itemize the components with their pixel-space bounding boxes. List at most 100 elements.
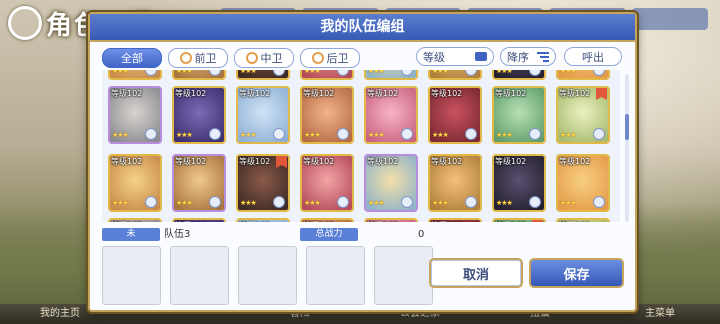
- character-stars: ★★★: [368, 199, 385, 207]
- character-level: 等级102: [175, 220, 206, 222]
- title-emblem-icon: [8, 6, 42, 40]
- cancel-button[interactable]: 取消: [429, 258, 523, 288]
- character-card[interactable]: 等级102★★★: [236, 70, 290, 80]
- role-chevron-icon: [145, 128, 157, 140]
- character-stars: ★★★: [560, 131, 577, 139]
- team-slot-4[interactable]: [306, 246, 365, 305]
- role-chevron-icon: [145, 196, 157, 208]
- character-card[interactable]: 等级102 ★★★: [364, 86, 418, 144]
- tab-vanguard-label: 前卫: [194, 52, 217, 65]
- character-card[interactable]: 等级102★★★: [556, 218, 610, 222]
- character-card[interactable]: 等级102★★★: [108, 154, 162, 212]
- character-card[interactable]: 等级102★★★: [556, 70, 610, 80]
- character-level: 等级102: [111, 89, 143, 98]
- team-slot-5[interactable]: [374, 246, 433, 305]
- character-stars: ★★★: [304, 70, 321, 75]
- role-chevron-icon: [465, 196, 477, 208]
- character-card[interactable]: 等级102★★★: [172, 86, 226, 144]
- character-card[interactable]: 等级102★★★: [300, 218, 354, 222]
- role-chevron-icon: [401, 196, 413, 208]
- character-stars: ★★★: [240, 131, 257, 139]
- role-filter-tabs: 全部 前卫 中卫 后卫: [102, 48, 360, 68]
- bookmark-flag-icon: [532, 220, 543, 222]
- team-slot-2[interactable]: [170, 246, 229, 305]
- tab-midguard-label: 中卫: [260, 52, 283, 65]
- character-card[interactable]: 等级102★★★: [492, 86, 546, 144]
- role-chevron-icon: [209, 128, 221, 140]
- tab-vanguard[interactable]: 前卫: [168, 48, 228, 68]
- character-level: 等级102: [367, 89, 399, 98]
- scrollbar-thumb[interactable]: [625, 114, 629, 140]
- team-slot-1[interactable]: [102, 246, 161, 305]
- character-card[interactable]: 等级102★★★: [172, 218, 226, 222]
- call-button[interactable]: 呼出: [564, 47, 622, 66]
- character-card[interactable]: 等级102 ★★★: [300, 86, 354, 144]
- character-card[interactable]: 等级102 ★★★: [236, 154, 290, 212]
- character-card[interactable]: 等级102★★★: [428, 218, 482, 222]
- rearguard-icon: [311, 52, 324, 64]
- character-card[interactable]: 等级102★★★: [236, 218, 290, 222]
- role-chevron-icon: [401, 128, 413, 140]
- grid-scrollbar[interactable]: [625, 74, 629, 222]
- character-card[interactable]: 等级102★★★: [364, 70, 418, 80]
- character-stars: ★★★: [240, 199, 257, 207]
- character-card[interactable]: 等级102★★★: [556, 154, 610, 212]
- role-chevron-icon: [593, 196, 605, 208]
- character-card[interactable]: 等级102★★★: [300, 70, 354, 80]
- team-info-row: 未 队伍3 总战力 0: [102, 228, 525, 242]
- character-level: 等级102: [239, 220, 270, 222]
- character-level: 等级102: [239, 157, 271, 166]
- character-level: 等级102: [431, 220, 462, 222]
- sort-order-button[interactable]: 降序: [500, 47, 556, 66]
- role-chevron-icon: [529, 196, 541, 208]
- character-level: 等级102: [559, 220, 590, 222]
- tab-midguard[interactable]: 中卫: [234, 48, 294, 68]
- vanguard-icon: [179, 52, 192, 64]
- character-card[interactable]: 等级102★★★: [364, 218, 418, 222]
- character-card[interactable]: 等级102★★★: [428, 70, 482, 80]
- tab-rearguard-label: 后卫: [326, 52, 349, 65]
- character-level: 等级102: [175, 157, 207, 166]
- character-card[interactable]: 等级102★★★: [492, 218, 546, 222]
- character-stars: ★★★: [496, 70, 513, 75]
- character-stars: ★★★: [368, 70, 385, 75]
- character-level: 等级102: [367, 220, 398, 222]
- save-button[interactable]: 保存: [529, 258, 624, 288]
- character-level: 等级102: [111, 220, 142, 222]
- character-card[interactable]: 等级102★★★: [172, 154, 226, 212]
- character-level: 等级102: [303, 157, 335, 166]
- character-stars: ★★★: [112, 70, 129, 75]
- character-stars: ★★★: [432, 131, 449, 139]
- total-power-label: 总战力: [300, 228, 358, 241]
- character-card[interactable]: 等级102★★★: [108, 70, 162, 80]
- character-stars: ★★★: [240, 70, 257, 75]
- character-card[interactable]: 等级102★★★: [108, 86, 162, 144]
- character-level: 等级102: [559, 157, 591, 166]
- character-card[interactable]: 等级102★★★: [172, 70, 226, 80]
- character-level: 等级102: [559, 89, 591, 98]
- character-card[interactable]: 等级102★★★: [428, 154, 482, 212]
- character-level: 等级102: [495, 89, 527, 98]
- team-slot-3[interactable]: [238, 246, 297, 305]
- tab-all[interactable]: 全部: [102, 48, 162, 68]
- character-card[interactable]: 等级102 ★★★: [300, 154, 354, 212]
- character-level: 等级102: [495, 220, 526, 222]
- character-level: 等级102: [495, 157, 527, 166]
- character-card[interactable]: 等级102★★★: [108, 218, 162, 222]
- character-level: 等级102: [303, 220, 334, 222]
- character-card[interactable]: 等级102 ★★★: [556, 86, 610, 144]
- character-stars: ★★★: [304, 131, 321, 139]
- tab-all-label: 全部: [121, 52, 143, 65]
- tab-rearguard[interactable]: 后卫: [300, 48, 360, 68]
- character-card[interactable]: 等级102★★★: [492, 154, 546, 212]
- sort-order-label: 降序: [507, 50, 529, 64]
- character-stars: ★★★: [304, 199, 321, 207]
- character-stars: ★★★: [368, 131, 385, 139]
- character-level: 等级102: [303, 89, 335, 98]
- character-card[interactable]: 等级102★★★: [428, 86, 482, 144]
- sort-by-level-button[interactable]: 等级: [416, 47, 494, 66]
- character-card[interactable]: 等级102★★★: [364, 154, 418, 212]
- call-label: 呼出: [582, 50, 604, 64]
- character-card[interactable]: 等级102★★★: [492, 70, 546, 80]
- character-card[interactable]: 等级102★★★: [236, 86, 290, 144]
